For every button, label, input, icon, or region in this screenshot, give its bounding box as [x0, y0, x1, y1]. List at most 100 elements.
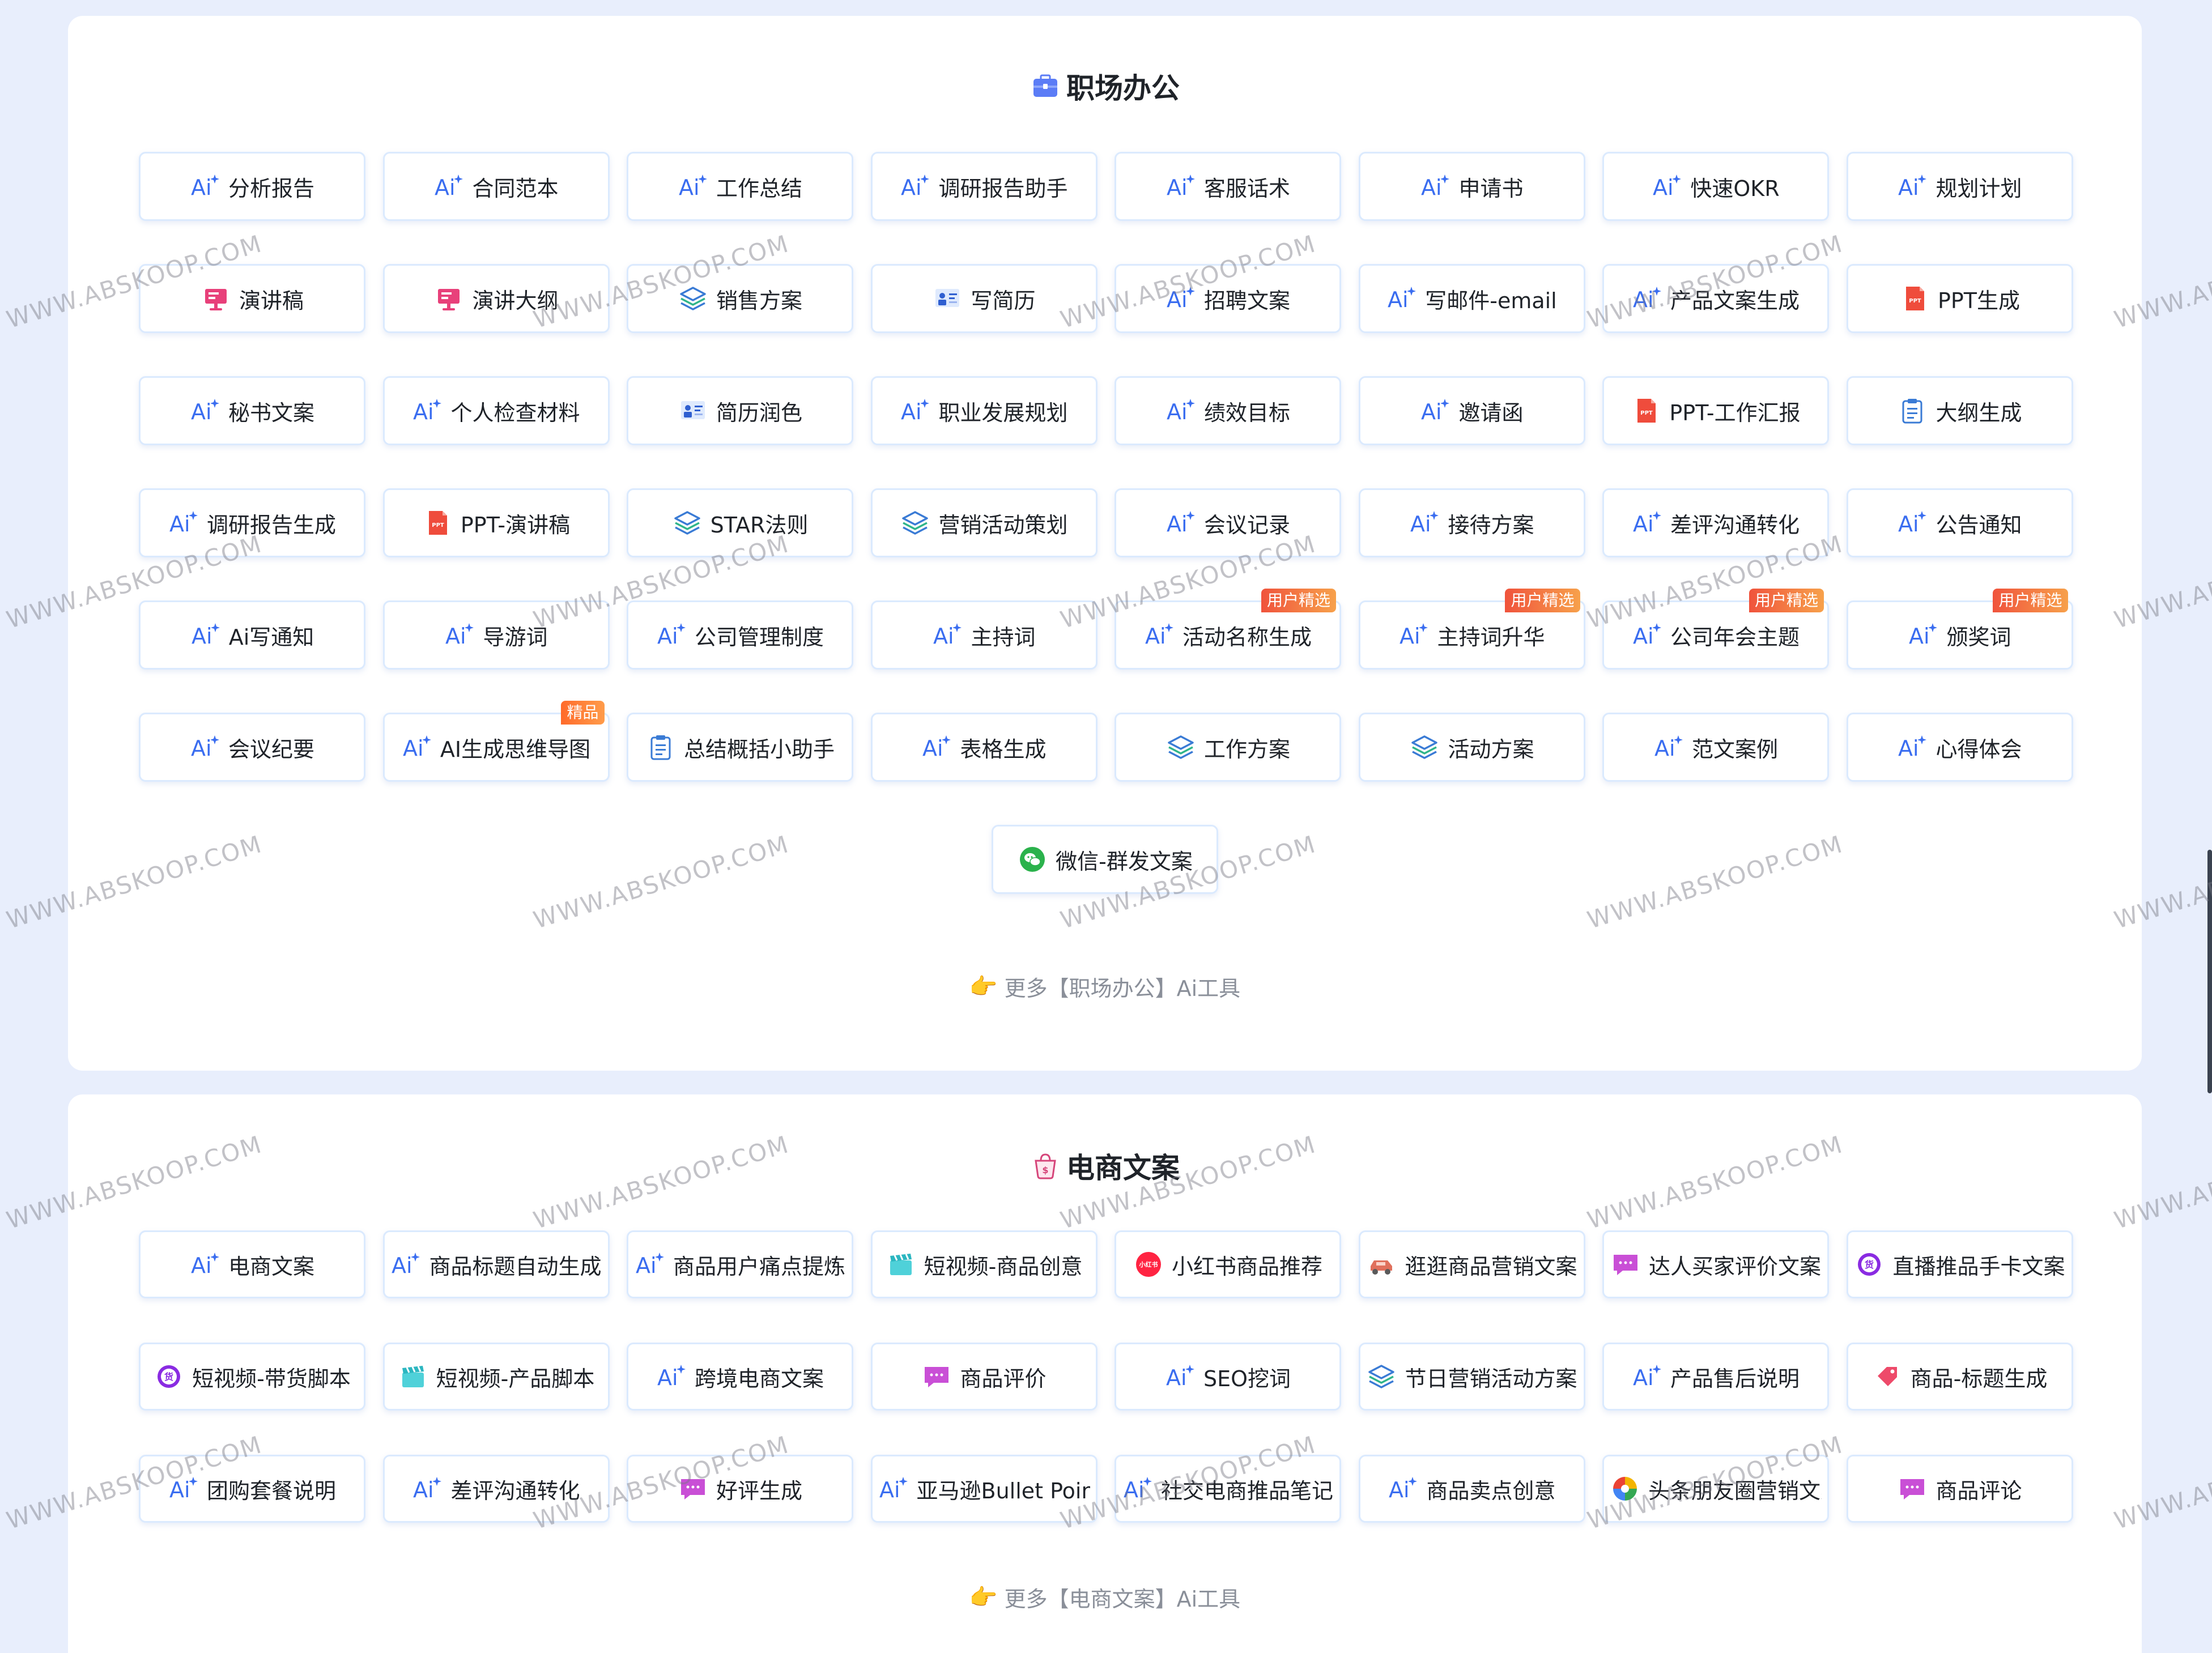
tool-card[interactable]: Ai 秘书文案	[139, 376, 365, 445]
tool-card[interactable]: Ai 职业发展规划	[870, 376, 1098, 445]
tool-card[interactable]: 节日营销活动方案	[1358, 1343, 1585, 1411]
more-tools-link[interactable]: 👉 更多【电商文案】Ai工具	[68, 1582, 2142, 1613]
tool-card[interactable]: 演讲稿	[139, 264, 365, 333]
tool-card[interactable]: 活动方案	[1358, 713, 1585, 782]
tool-card[interactable]: 工作方案	[1114, 713, 1341, 782]
tool-card[interactable]: 演讲大纲	[382, 264, 610, 333]
tool-card[interactable]: 短视频-产品脚本	[382, 1343, 610, 1411]
tool-card-content: Ai 绩效目标	[1165, 395, 1290, 427]
tool-card[interactable]: Ai 招聘文案	[1114, 264, 1341, 333]
more-tools-link[interactable]: 👉 更多【职场办公】Ai工具	[68, 971, 2142, 1002]
tool-card[interactable]: Ai 跨境电商文案	[627, 1343, 853, 1411]
tool-card-content: 微信-群发文案	[1017, 844, 1193, 875]
tool-card[interactable]: Ai 团购套餐说明	[139, 1455, 365, 1523]
tool-card-content: Ai 公司年会主题	[1632, 620, 1800, 651]
tool-card[interactable]: 头条朋友圈营销文案	[1602, 1455, 1829, 1523]
tool-card[interactable]: 微信-群发文案	[992, 825, 1218, 894]
tool-card[interactable]: 好评生成	[627, 1455, 853, 1523]
tool-label: 大纲生成	[1935, 400, 2022, 425]
tool-card[interactable]: Ai Ai写通知	[139, 600, 365, 670]
tool-card[interactable]: 大纲生成	[1846, 376, 2073, 445]
tool-card[interactable]: Ai 邀请函	[1358, 376, 1585, 445]
tool-card[interactable]: 短视频-商品创意	[870, 1230, 1098, 1298]
tool-card[interactable]: Ai 产品售后说明	[1602, 1343, 1829, 1411]
layers-icon	[1409, 732, 1440, 762]
tool-card[interactable]: 逛逛商品营销文案	[1358, 1230, 1585, 1298]
tool-card[interactable]: Ai 主持词	[870, 600, 1098, 670]
tool-card[interactable]: Ai 接待方案	[1358, 488, 1585, 557]
tool-card[interactable]: Ai 会议记录	[1114, 488, 1341, 557]
tool-card[interactable]: Ai 产品文案生成	[1602, 264, 1829, 333]
tool-card[interactable]: 写简历	[870, 264, 1098, 333]
tool-card[interactable]: Ai 调研报告助手	[870, 152, 1098, 221]
tool-card[interactable]: PPT PPT-演讲稿	[382, 488, 610, 557]
tool-card[interactable]: Ai 公司年会主题 用户精选	[1602, 589, 1829, 670]
tool-card[interactable]: Ai 商品卖点创意	[1358, 1455, 1585, 1523]
tool-card[interactable]: 简历润色	[627, 376, 853, 445]
tool-card[interactable]: 货 直播推品手卡文案	[1846, 1230, 2073, 1298]
tool-card[interactable]: 商品-标题生成	[1846, 1343, 2073, 1411]
tool-label: 销售方案	[716, 288, 802, 313]
tool-card[interactable]: STAR法则	[627, 488, 853, 557]
tool-card[interactable]: Ai 个人检查材料	[382, 376, 610, 445]
tool-card[interactable]: PPT PPT-工作汇报	[1602, 376, 1829, 445]
tool-card[interactable]: Ai 规划计划	[1846, 152, 2073, 221]
tool-card-content: 货 直播推品手卡文案	[1854, 1249, 2065, 1280]
ai-sparkle-icon: Ai	[1122, 1473, 1153, 1504]
presentation-icon	[433, 283, 464, 314]
tool-card[interactable]: Ai 导游词	[382, 600, 610, 670]
tool-card[interactable]: Ai SEO挖词	[1114, 1343, 1341, 1411]
tool-card[interactable]: 销售方案	[627, 264, 853, 333]
tool-label: 活动方案	[1448, 736, 1534, 762]
tool-card[interactable]: Ai AI生成思维导图 精品	[382, 701, 610, 782]
tool-card[interactable]: 总结概括小助手	[627, 713, 853, 782]
goods-badge-icon: 货	[154, 1361, 184, 1392]
tool-card[interactable]: Ai 写邮件-email	[1358, 264, 1585, 333]
ai-sparkle-icon: Ai	[190, 395, 220, 426]
tool-card[interactable]: Ai 差评沟通转化	[1602, 488, 1829, 557]
tool-card[interactable]: Ai 商品标题自动生成	[382, 1230, 610, 1298]
ai-sparkle-icon: Ai	[190, 1249, 220, 1280]
svg-text:Ai: Ai	[192, 624, 212, 649]
tool-card[interactable]: 营销活动策划	[870, 488, 1098, 557]
tool-card[interactable]: Ai 差评沟通转化	[382, 1455, 610, 1523]
tool-card[interactable]: Ai 主持词升华 用户精选	[1358, 589, 1585, 670]
tool-card[interactable]: Ai 客服话术	[1114, 152, 1341, 221]
tool-card[interactable]: Ai 颁奖词 用户精选	[1846, 589, 2073, 670]
tool-card[interactable]: Ai 表格生成	[870, 713, 1098, 782]
tool-card[interactable]: Ai 范文案例	[1602, 713, 1829, 782]
tool-card[interactable]: 小红书 小红书商品推荐	[1114, 1230, 1341, 1298]
tool-card[interactable]: 商品评论	[1846, 1455, 2073, 1523]
tool-card[interactable]: Ai 绩效目标	[1114, 376, 1341, 445]
tool-card-content: Ai 颁奖词	[1908, 620, 2011, 651]
tool-card[interactable]: Ai 调研报告生成	[139, 488, 365, 557]
tool-card[interactable]: 商品评价	[870, 1343, 1098, 1411]
tool-card[interactable]: Ai 会议纪要	[139, 713, 365, 782]
tool-card[interactable]: Ai 活动名称生成 用户精选	[1114, 589, 1341, 670]
tool-card-content: Ai 差评沟通转化	[1632, 508, 1800, 539]
scrollbar[interactable]	[2207, 850, 2212, 1093]
tool-card[interactable]: 达人买家评价文案	[1602, 1230, 1829, 1298]
tool-card[interactable]: Ai 分析报告	[139, 152, 365, 221]
tool-label: 客服话术	[1203, 176, 1290, 201]
tool-card[interactable]: Ai 公司管理制度	[627, 600, 853, 670]
tool-card[interactable]: 货 短视频-带货脚本	[139, 1343, 365, 1411]
ai-sparkle-icon: Ai	[1632, 1361, 1662, 1392]
tool-card[interactable]: Ai 电商文案	[139, 1230, 365, 1298]
svg-text:PPT: PPT	[432, 522, 444, 529]
svg-text:Ai: Ai	[435, 175, 456, 200]
tool-card-content: PPT PPT-演讲稿	[422, 508, 570, 539]
tool-card[interactable]: Ai 心得体会	[1846, 713, 2073, 782]
tool-card[interactable]: Ai 快速OKR	[1602, 152, 1829, 221]
tool-card[interactable]: Ai 公告通知	[1846, 488, 2073, 557]
tool-card[interactable]: Ai 申请书	[1358, 152, 1585, 221]
tool-card[interactable]: Ai 亚马逊Bullet Points	[870, 1455, 1098, 1523]
svg-text:Ai: Ai	[445, 624, 466, 649]
tool-card[interactable]: Ai 商品用户痛点提炼	[627, 1230, 853, 1298]
ai-sparkle-icon: Ai	[1165, 508, 1196, 538]
tool-card[interactable]: Ai 社交电商推品笔记	[1114, 1455, 1341, 1523]
tool-card[interactable]: PPT PPT生成	[1846, 264, 2073, 333]
tool-card[interactable]: Ai 合同范本	[382, 152, 610, 221]
section-title-text: 电商文案	[1066, 1152, 1180, 1185]
tool-card[interactable]: Ai 工作总结	[627, 152, 853, 221]
